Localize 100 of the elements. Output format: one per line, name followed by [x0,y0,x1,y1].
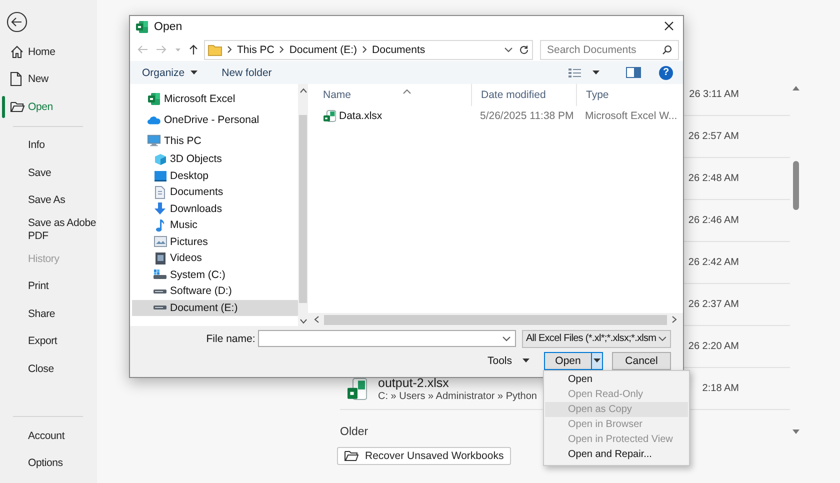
modified-time: 26 2:46 AM [688,215,739,226]
folder-icon [208,44,222,56]
nav-item[interactable]: Software (D:) [132,283,298,300]
help-button[interactable]: ? [659,66,673,80]
scroll-down-icon[interactable] [300,319,306,324]
preview-pane-icon[interactable] [626,67,641,78]
scrollbar-thumb[interactable] [793,161,799,210]
sidebar-item[interactable]: Home [0,38,97,66]
modified-time: 2:18 AM [702,383,739,394]
scroll-down-icon[interactable] [792,429,800,435]
close-icon[interactable] [664,20,674,30]
home-icon [10,44,24,59]
chevron-down-icon[interactable] [502,336,511,342]
file-row[interactable]: Data.xlsx 5/26/2025 11:38 PM Microsoft Excel W... [308,107,683,124]
folder-icon [344,450,359,462]
address-bar[interactable]: This PC Document (E:) Documents [204,40,533,60]
field-label: File name: [205,332,256,344]
sort-caret-icon [403,89,411,94]
sidebar-item[interactable]: Options [0,450,97,477]
folder-icon [10,100,25,113]
nav-item[interactable]: Videos [132,250,298,266]
sidebar-item[interactable]: Account [0,422,97,450]
file-path: C: » Users » Administrator » Python [378,390,537,402]
sidebar-item[interactable]: Save as Adobe PDF [0,214,97,245]
desktop-icon [154,170,166,182]
column-header[interactable]: Type [576,84,683,106]
breadcrumb[interactable]: Document (E:) [289,44,358,56]
modified-time: 26 2:20 AM [688,341,739,352]
nav-item[interactable]: Music [132,217,298,234]
breadcrumb[interactable]: Documents [372,44,426,56]
caret-icon [504,46,513,52]
spreadsheet-icon [147,92,161,106]
view-list-icon[interactable] [568,68,582,78]
nav-item[interactable]: 3D Objects [132,151,298,168]
arrow-down-icon [154,202,166,216]
window-title: Open [154,21,182,33]
modified-time: 26 2:48 AM [688,173,739,184]
organize-button[interactable]: Organize [142,66,198,78]
refresh-icon[interactable] [519,44,529,54]
menu-item[interactable]: Open and Repair... [545,447,688,462]
drive-icon [153,305,167,310]
column-header[interactable]: Date modified [471,84,576,106]
section-heading: Older [340,426,370,438]
cloud-icon [147,114,161,126]
nav-item[interactable]: OneDrive - Personal [132,109,298,130]
dropdown-button[interactable] [592,352,602,368]
nav-item[interactable]: Downloads [132,200,298,217]
back-icon[interactable] [6,11,28,33]
file-name-field[interactable] [258,330,516,347]
sidebar-item[interactable]: Share [0,300,97,328]
sidebar-item[interactable]: Save As [0,186,97,214]
cube-icon [154,152,166,166]
file-type-dropdown[interactable]: All Excel Files (*.xl*;*.xlsx;*.xlsm [522,330,671,348]
caret-icon [522,358,530,363]
new-folder-button[interactable]: New folder [222,66,272,78]
up-arrow-icon[interactable] [189,44,198,55]
sidebar-item[interactable]: Info [0,132,97,159]
sidebar-item[interactable]: Close [0,355,97,382]
search-icon [662,44,672,54]
sidebar-item[interactable]: Save [0,159,97,186]
document-icon [10,72,22,86]
sidebar-item[interactable]: New [0,66,97,93]
drive-icon [153,288,167,294]
nav-item[interactable]: Document (E:) [132,300,298,316]
scrollbar-thumb[interactable] [299,115,307,303]
scrollbar-thumb[interactable] [324,314,667,324]
scroll-up-icon[interactable] [300,88,306,93]
music-note-icon [155,218,165,232]
nav-item[interactable]: Documents [132,184,298,200]
modified-time: 26 2:57 AM [688,131,739,142]
caret-icon [190,70,198,75]
picture-icon [154,236,166,248]
chevron-down-icon [658,336,667,342]
sidebar-item[interactable]: Open [0,93,97,120]
spreadsheet-icon [135,20,149,34]
nav-item[interactable]: Pictures [132,234,298,250]
scroll-left-icon[interactable] [314,316,319,323]
chevron-icon [361,45,368,54]
sidebar-item[interactable]: Print [0,272,97,300]
caret-icon [593,358,601,363]
cancel-button[interactable]: Cancel [612,352,671,370]
scroll-up-icon[interactable] [792,85,800,91]
modified-time: 26 2:42 AM [688,257,739,268]
sidebar-item[interactable]: Export [0,328,97,355]
monitor-icon [147,134,161,147]
modified-time: 26 2:37 AM [688,299,739,310]
breadcrumb[interactable]: This PC [237,44,274,56]
scroll-right-icon[interactable] [672,316,677,323]
recover-button[interactable]: Recover Unsaved Workbooks [337,447,511,465]
modified-time: 26 3:11 AM [689,89,739,100]
nav-item[interactable]: Desktop [132,168,298,184]
column-header[interactable]: Name [308,84,471,106]
menu-item[interactable]: Open [545,372,688,387]
file-name[interactable]: output-2.xlsx [378,376,449,390]
nav-item[interactable]: System (C:) [132,266,298,283]
nav-item[interactable]: This PC [132,130,298,151]
chevron-icon [278,45,286,54]
nav-item[interactable]: Microsoft Excel [132,88,298,109]
search-field[interactable]: Search Documents [540,40,679,60]
tools-button[interactable]: Tools [487,354,530,366]
